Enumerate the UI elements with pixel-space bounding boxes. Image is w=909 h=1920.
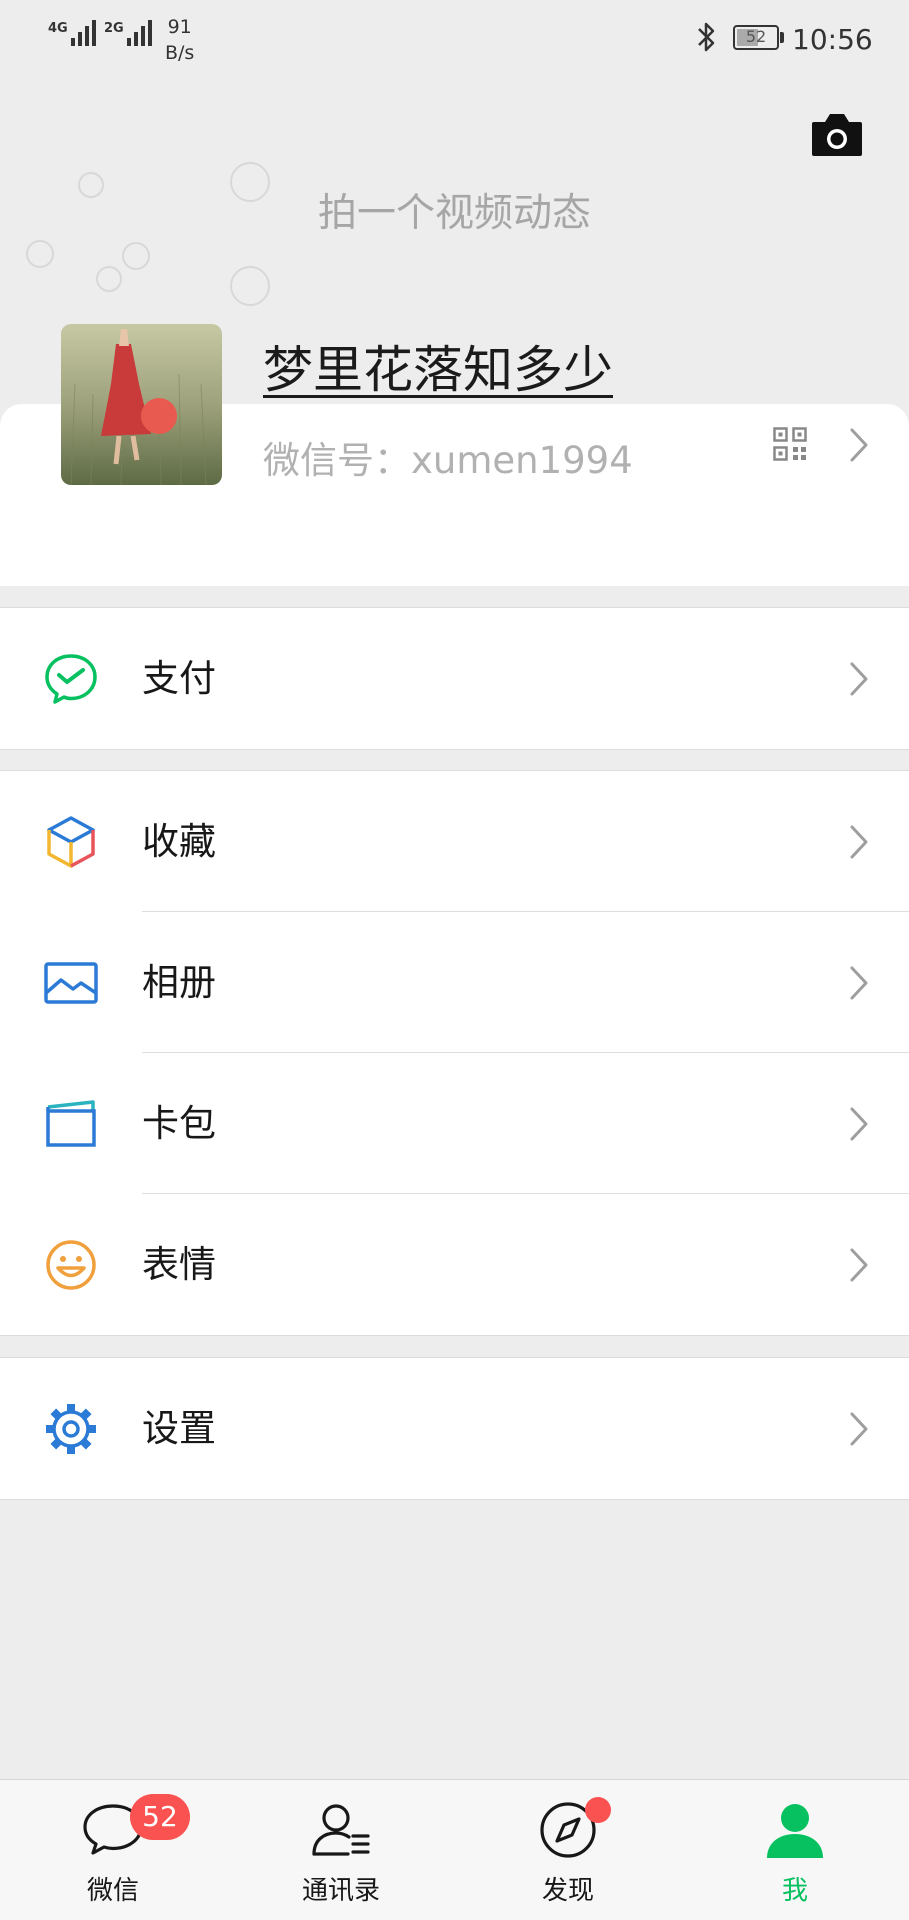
tab-contacts[interactable]: 通讯录 <box>261 1780 421 1920</box>
favorites-cube-icon <box>47 816 95 868</box>
chats-unread-badge: 52 <box>130 1794 190 1840</box>
bluetooth-icon <box>698 22 715 52</box>
menu-label-settings: 设置 <box>142 1407 216 1450</box>
network-speed: 91 B/s <box>165 14 194 66</box>
signal-4g: 4G <box>48 16 96 46</box>
menu-item-favorites[interactable]: 收藏 <box>0 771 909 912</box>
menu-label-stickers: 表情 <box>142 1243 216 1286</box>
menu-label-pay: 支付 <box>142 657 216 700</box>
video-moment-hint[interactable]: 拍一个视频动态 <box>0 182 909 238</box>
signal-2g: 2G <box>104 16 152 46</box>
signal-2g-label: 2G <box>104 21 124 36</box>
decor-bubble <box>230 266 270 306</box>
discover-red-dot <box>585 1797 611 1823</box>
network-speed-unit: B/s <box>165 42 195 64</box>
chevron-right-icon <box>850 825 868 859</box>
decor-bubble <box>26 240 54 268</box>
network-speed-value: 91 <box>167 16 192 38</box>
wechat-pay-icon <box>45 654 97 704</box>
wechat-id: 微信号：xumen1994 <box>263 439 633 482</box>
menu-item-stickers[interactable]: 表情 <box>0 1194 909 1335</box>
card-wallet-icon <box>46 1100 96 1147</box>
tab-label-me: 我 <box>781 1876 808 1906</box>
menu-label-album: 相册 <box>142 961 216 1004</box>
tab-me[interactable]: 我 <box>715 1780 875 1920</box>
contacts-icon <box>312 1804 370 1856</box>
sticker-smile-icon <box>46 1240 96 1290</box>
battery-icon: 52 <box>733 25 779 50</box>
decor-bubble <box>96 266 122 292</box>
menu-item-settings[interactable]: 设置 <box>0 1358 909 1499</box>
album-icon <box>44 962 98 1004</box>
battery-level: 52 <box>745 27 767 46</box>
camera-icon[interactable] <box>810 110 864 158</box>
tab-label-chats: 微信 <box>86 1876 139 1906</box>
signal-bars-icon <box>70 16 96 46</box>
chevron-right-icon <box>850 1107 868 1141</box>
chevron-right-icon <box>850 1248 868 1282</box>
menu-group-settings: 设置 <box>0 1357 909 1500</box>
settings-gear-icon <box>46 1404 96 1454</box>
profile-nickname[interactable]: 梦里花落知多少 <box>263 330 613 402</box>
menu-item-pay[interactable]: 支付 <box>0 608 909 749</box>
tab-discover[interactable]: 发现 <box>488 1780 648 1920</box>
chevron-right-icon <box>850 662 868 696</box>
chevron-right-icon <box>850 966 868 1000</box>
clock: 10:56 <box>792 23 873 56</box>
tab-label-discover: 发现 <box>541 1876 594 1906</box>
menu-label-favorites: 收藏 <box>142 820 216 863</box>
menu-item-album[interactable]: 相册 <box>0 912 909 1053</box>
signal-bars-icon <box>126 16 152 46</box>
menu-item-cards[interactable]: 卡包 <box>0 1053 909 1194</box>
menu-group-pay: 支付 <box>0 607 909 750</box>
me-person-icon <box>767 1804 823 1858</box>
signal-4g-label: 4G <box>48 21 68 36</box>
battery-cap <box>780 32 784 43</box>
avatar[interactable] <box>61 324 222 485</box>
avatar-image <box>61 324 222 485</box>
menu-label-cards: 卡包 <box>142 1102 216 1145</box>
qr-code-icon[interactable] <box>773 427 807 461</box>
menu-group-services: 收藏 相册 卡包 表情 <box>0 770 909 1336</box>
tab-label-contacts: 通讯录 <box>301 1876 380 1906</box>
decor-bubble <box>122 242 150 270</box>
profile-chevron-right-icon[interactable] <box>848 427 870 463</box>
status-bar: 4G 2G 91 B/s 52 10:56 <box>0 0 909 80</box>
chevron-right-icon <box>850 1412 868 1446</box>
